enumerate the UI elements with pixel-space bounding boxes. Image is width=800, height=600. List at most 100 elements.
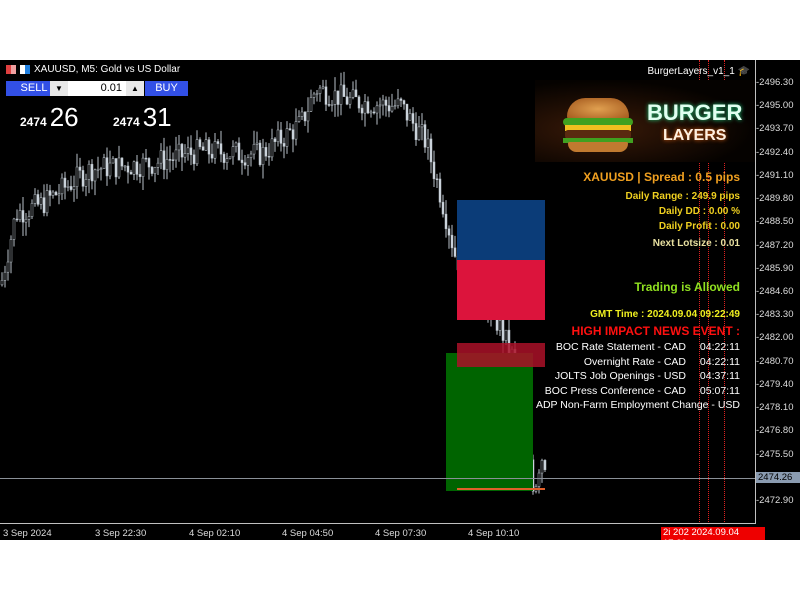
- candle: [315, 90, 319, 102]
- candle: [426, 129, 430, 160]
- candle: [393, 99, 397, 110]
- candle: [255, 131, 259, 151]
- candle: [354, 79, 358, 98]
- candle: [99, 166, 103, 181]
- candle: [432, 150, 436, 187]
- candle: [411, 107, 415, 132]
- candle: [237, 137, 241, 161]
- zone-crimson: [457, 260, 545, 320]
- candle: [351, 81, 355, 100]
- candle: [540, 458, 544, 483]
- daily-drawdown: Daily DD : 0.00 %: [658, 206, 740, 217]
- candle: [204, 132, 208, 151]
- candle: [51, 190, 55, 199]
- candle: [15, 209, 19, 222]
- buy-button[interactable]: BUY: [145, 81, 188, 96]
- candle: [375, 101, 379, 125]
- candle: [129, 169, 133, 175]
- candle: [108, 150, 112, 180]
- increase-lot-button[interactable]: ▲: [126, 81, 144, 96]
- candle: [276, 121, 280, 147]
- window-tiles-icon: [6, 65, 16, 74]
- candle: [264, 142, 268, 161]
- candle: [306, 97, 310, 133]
- candle: [312, 91, 316, 105]
- candle: [267, 143, 271, 166]
- burger-image: [563, 98, 633, 153]
- candle: [165, 146, 169, 180]
- candle: [21, 197, 25, 236]
- candle: [0, 272, 4, 287]
- candle: [219, 130, 223, 163]
- zone-darkred: [457, 343, 545, 367]
- candle: [228, 156, 232, 160]
- expert-advisor-label: BurgerLayers_v1_1 🎓: [647, 66, 750, 77]
- candle: [240, 149, 244, 175]
- candle: [387, 96, 391, 118]
- ask-price: 2474 31: [113, 102, 172, 133]
- candle: [177, 135, 181, 162]
- candle: [420, 113, 424, 141]
- graduation-cap-icon: 🎓: [737, 66, 750, 77]
- news-time: 05:07:11: [699, 384, 740, 397]
- candle: [357, 95, 361, 113]
- candle: [378, 97, 382, 119]
- candle: [453, 235, 457, 258]
- candle: [126, 161, 130, 184]
- candle: [33, 188, 37, 207]
- candle: [258, 140, 262, 167]
- candle: [57, 184, 61, 205]
- candle: [450, 224, 454, 257]
- news-event: BOC Rate Statement - CAD: [555, 341, 686, 353]
- decrease-lot-button[interactable]: ▼: [50, 81, 68, 96]
- candle: [435, 173, 439, 188]
- candle: [90, 159, 94, 190]
- lot-size-stepper[interactable]: ▼ 0.01 ▲: [50, 81, 144, 96]
- candle: [3, 265, 7, 288]
- candle: [297, 110, 301, 123]
- time-cursor-label: 2i 202 2024.09.04 17:30: [661, 527, 765, 540]
- candle: [69, 175, 73, 192]
- chart-title-text: XAUUSD, M5: Gold vs US Dollar: [34, 64, 181, 75]
- candle: [441, 194, 445, 218]
- candle: [288, 123, 292, 131]
- candle: [60, 173, 64, 201]
- news-item: ADP Non-Farm Employment Change - USD: [536, 399, 740, 411]
- candle: [390, 93, 394, 113]
- time-axis-border: [0, 523, 756, 524]
- candle: [45, 183, 49, 217]
- news-time: 04:22:11: [699, 355, 740, 368]
- time-tick: 4 Sep 07:30: [375, 528, 427, 539]
- orange-level-line: [457, 488, 545, 490]
- price-tick: -2485.90: [756, 262, 794, 274]
- lot-size-input[interactable]: 0.01: [68, 81, 126, 96]
- candle: [381, 94, 385, 116]
- candle: [84, 173, 88, 197]
- candle: [132, 160, 136, 181]
- candle: [447, 225, 451, 249]
- candle: [330, 100, 334, 112]
- candle: [408, 108, 412, 121]
- candle: [423, 120, 427, 153]
- candle: [348, 91, 352, 109]
- candle: [66, 180, 70, 192]
- candle: [6, 249, 10, 281]
- candle: [369, 109, 373, 118]
- gmt-time: GMT Time : 2024.09.04 09:22:49: [590, 309, 740, 320]
- candle: [300, 107, 304, 121]
- candle: [135, 154, 139, 181]
- candle: [327, 95, 331, 107]
- candle: [39, 192, 43, 210]
- bid-price-major: 2474: [20, 115, 47, 129]
- candle: [201, 142, 205, 151]
- candle: [9, 235, 13, 274]
- candle: [252, 130, 256, 160]
- candle: [222, 151, 226, 170]
- candle: [138, 163, 142, 184]
- current-price-line: [0, 478, 756, 479]
- price-tick: -2484.60: [756, 285, 794, 297]
- candle: [414, 112, 418, 146]
- price-chart[interactable]: XAUUSD, M5: Gold vs US Dollar SELL ▼ 0.0…: [0, 60, 800, 540]
- price-tick: -2482.00: [756, 332, 794, 344]
- candle: [141, 153, 145, 190]
